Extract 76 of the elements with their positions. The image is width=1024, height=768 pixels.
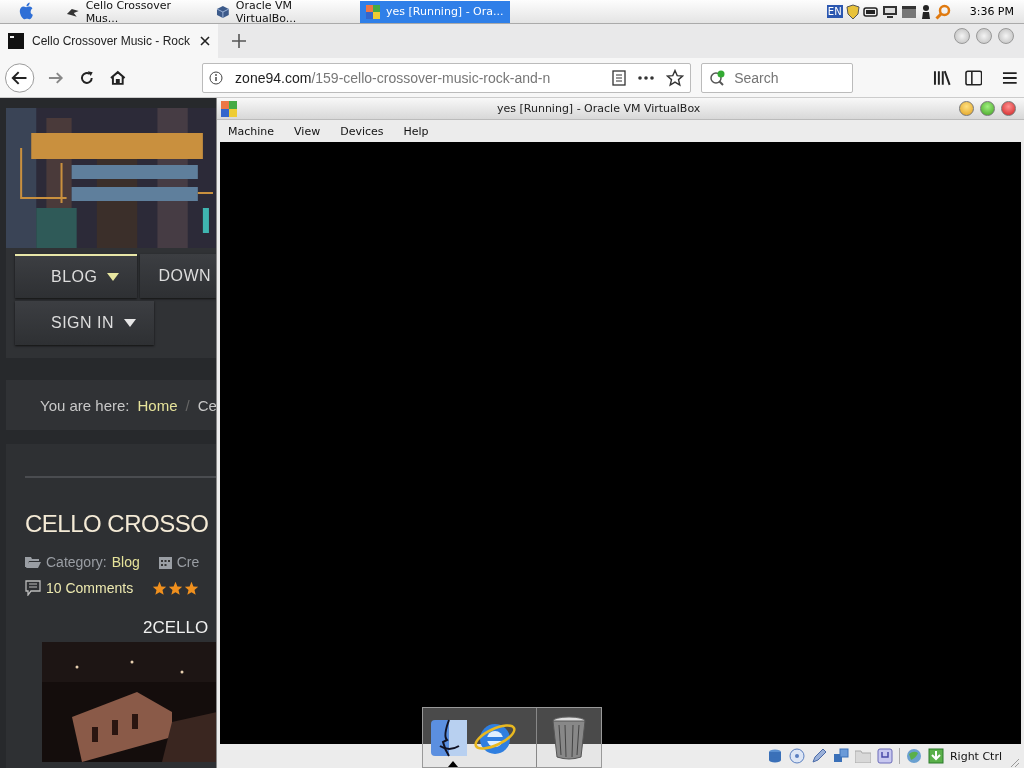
figure-icon[interactable] bbox=[919, 3, 932, 20]
comments-link[interactable]: 10 Comments bbox=[46, 580, 134, 596]
running-indicator-icon bbox=[448, 761, 458, 767]
star-icon[interactable] bbox=[666, 68, 685, 87]
category-label: Category: bbox=[46, 554, 107, 570]
caret-icon bbox=[124, 319, 137, 327]
menu-item[interactable]: View bbox=[294, 124, 321, 138]
host-key-label: Right Ctrl bbox=[949, 749, 1002, 763]
battery-icon[interactable] bbox=[862, 5, 879, 18]
forward-icon[interactable] bbox=[47, 69, 65, 86]
info-icon[interactable] bbox=[209, 70, 224, 85]
taskbar-button[interactable]: yes [Running] - Ora... bbox=[360, 0, 510, 23]
sidebar-icon[interactable] bbox=[964, 69, 983, 86]
taskbar-button[interactable]: Cello Crossover Mus... bbox=[60, 0, 210, 23]
more-icon[interactable] bbox=[638, 75, 655, 80]
nav-menu-item[interactable]: DOWN bbox=[140, 254, 216, 298]
menu-item[interactable]: Help bbox=[403, 124, 429, 138]
close-button[interactable] bbox=[1001, 101, 1016, 116]
article-heading: 2CELLO bbox=[143, 618, 209, 638]
app-icon bbox=[221, 100, 237, 117]
window-control-button[interactable] bbox=[998, 28, 1014, 44]
nav-menu-item[interactable]: SIGN IN bbox=[15, 301, 155, 345]
back-icon[interactable] bbox=[4, 61, 36, 94]
breadcrumb-link[interactable]: Home bbox=[137, 396, 178, 414]
home-icon[interactable] bbox=[108, 69, 127, 86]
cube-icon bbox=[216, 4, 230, 19]
globe-icon[interactable] bbox=[905, 748, 922, 764]
resize-grip-icon[interactable] bbox=[1008, 756, 1020, 768]
shield-icon[interactable] bbox=[845, 3, 860, 20]
chip-icon[interactable] bbox=[876, 748, 893, 764]
window-icon[interactable] bbox=[900, 3, 917, 20]
pen-icon[interactable] bbox=[810, 748, 827, 764]
network-icon[interactable] bbox=[832, 748, 849, 764]
url-text: zone94.com/159-cello-crossover-music-rock-and-n bbox=[235, 69, 552, 86]
star-icon bbox=[168, 580, 184, 596]
breadcrumb-separator: / bbox=[185, 396, 190, 414]
reload-icon[interactable] bbox=[78, 69, 95, 86]
search-field[interactable]: Search bbox=[701, 62, 854, 93]
menu-icon[interactable] bbox=[1002, 70, 1018, 85]
apple-icon[interactable] bbox=[18, 1, 36, 22]
new-tab-icon[interactable] bbox=[232, 34, 246, 48]
window-title: yes [Running] - Oracle VM VirtualBox bbox=[497, 102, 701, 115]
maximize-button[interactable] bbox=[980, 101, 995, 116]
article-title: CELLO CROSSO bbox=[25, 509, 209, 539]
clock[interactable]: 3:36 PM bbox=[969, 5, 1014, 18]
star-icon bbox=[184, 580, 200, 596]
finder-face-icon[interactable] bbox=[429, 717, 469, 758]
category-link[interactable]: Blog bbox=[111, 554, 140, 570]
trash-icon[interactable] bbox=[551, 714, 588, 761]
breadcrumb-item[interactable]: Ce bbox=[197, 396, 216, 414]
menu-item[interactable]: Devices bbox=[340, 124, 384, 138]
nav-menu-item[interactable]: BLOG bbox=[15, 254, 138, 298]
minimize-button[interactable] bbox=[959, 101, 974, 116]
window-control-button[interactable] bbox=[976, 28, 992, 44]
download-arrow-icon[interactable] bbox=[927, 748, 944, 764]
taskbar-button[interactable]: Oracle VM VirtualBo... bbox=[210, 0, 360, 23]
close-icon[interactable] bbox=[200, 36, 210, 46]
breadcrumb-label: You are here: bbox=[40, 396, 130, 414]
comment-icon bbox=[25, 580, 41, 596]
reader-view-icon[interactable] bbox=[612, 69, 627, 86]
folder-icon bbox=[25, 556, 41, 568]
disk-icon[interactable] bbox=[766, 748, 783, 764]
keyboard-layout-indicator[interactable]: EN bbox=[826, 5, 843, 18]
library-icon[interactable] bbox=[933, 69, 951, 86]
site-icon bbox=[8, 33, 24, 49]
window-control-button[interactable] bbox=[954, 28, 970, 44]
created-label: Cre bbox=[176, 554, 200, 570]
star-icon bbox=[152, 580, 168, 596]
cd-icon[interactable] bbox=[788, 748, 805, 764]
app-icon bbox=[366, 4, 380, 19]
calendar-icon bbox=[158, 555, 172, 569]
address-bar[interactable]: zone94.com/159-cello-crossover-music-rock-and-n bbox=[202, 62, 692, 93]
caret-icon bbox=[107, 273, 120, 281]
menu-item[interactable]: Machine bbox=[228, 124, 275, 138]
browser-tab[interactable]: Cello Crossover Music - Rock bbox=[0, 24, 218, 58]
monitor-icon[interactable] bbox=[881, 3, 898, 20]
